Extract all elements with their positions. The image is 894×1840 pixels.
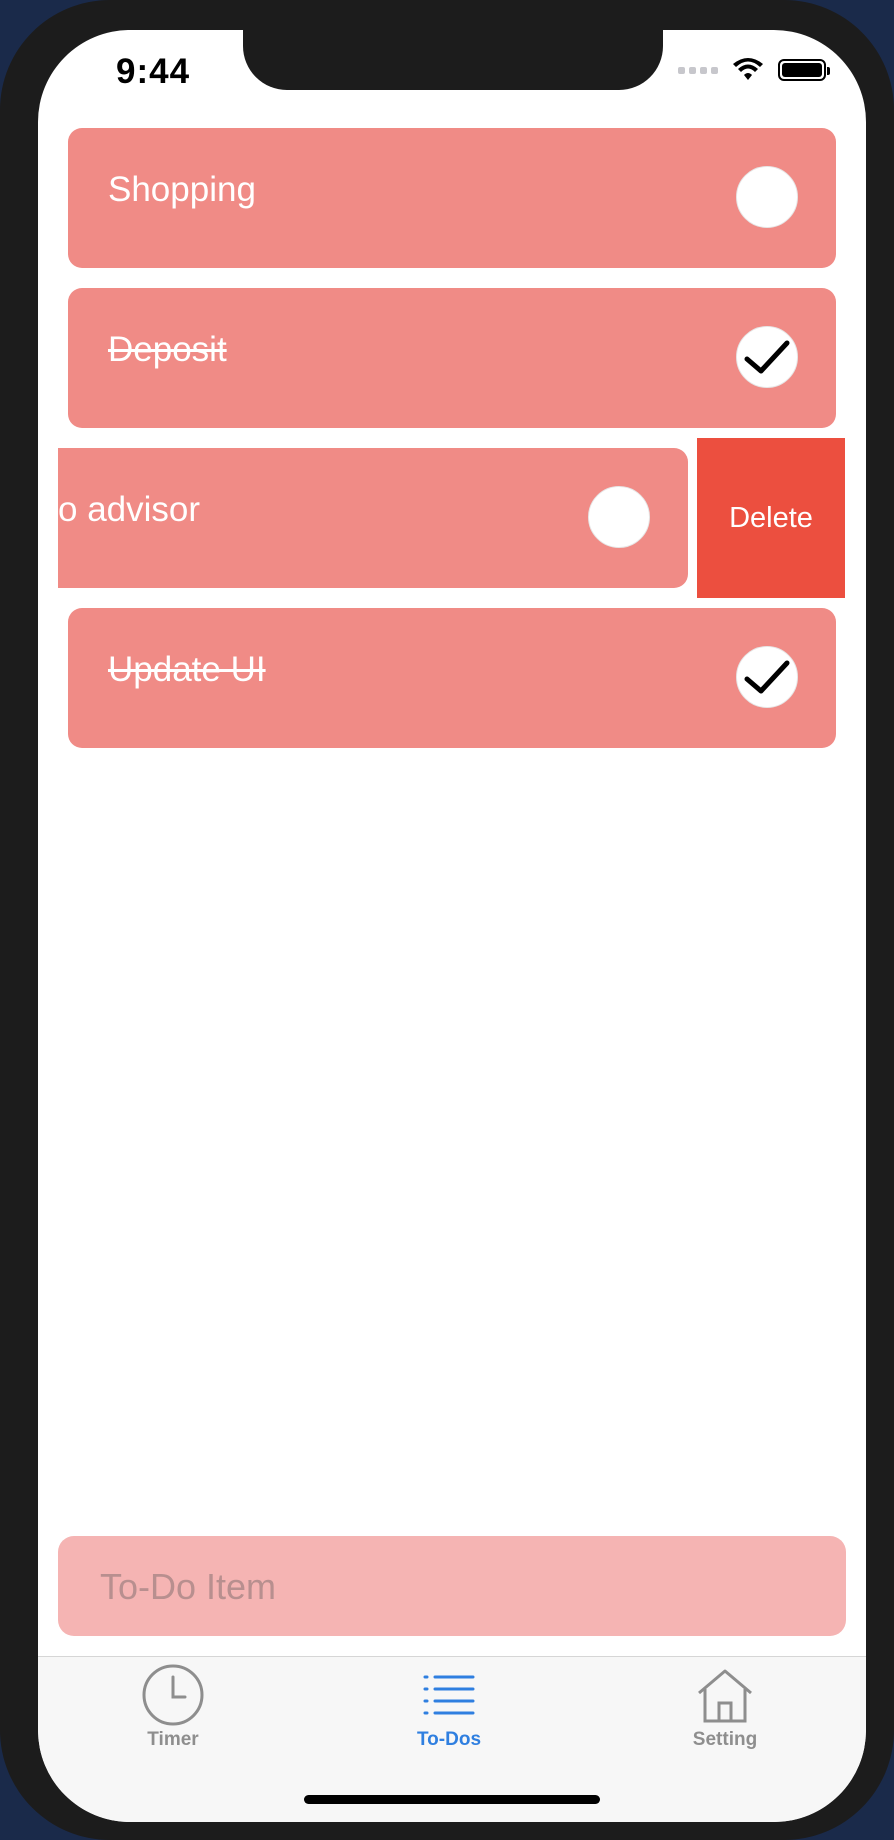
todo-item-deposit[interactable]: Deposit — [68, 288, 836, 428]
new-todo-bar — [58, 1536, 846, 1638]
cellular-signal-icon — [678, 66, 718, 74]
todo-check-toggle[interactable] — [736, 646, 798, 708]
battery-icon — [778, 59, 830, 81]
todo-label: Shopping — [108, 170, 256, 209]
wifi-icon — [733, 58, 763, 80]
tab-label: To-Dos — [416, 1729, 482, 1750]
status-icons — [678, 58, 830, 82]
device-notch — [243, 30, 663, 90]
home-indicator[interactable] — [304, 1795, 600, 1804]
todo-check-toggle[interactable] — [736, 326, 798, 388]
todo-label: o advisor — [58, 490, 201, 529]
todo-label: Update UI — [108, 650, 266, 689]
house-icon — [698, 1669, 752, 1723]
delete-button[interactable]: Delete — [697, 438, 845, 598]
tab-timer[interactable]: Timer — [83, 1657, 263, 1767]
todo-item-shopping[interactable]: Shopping — [68, 128, 836, 268]
todo-check-toggle[interactable] — [736, 166, 798, 228]
tab-setting[interactable]: Setting — [635, 1657, 815, 1767]
todo-item-update-ui[interactable]: Update UI — [68, 608, 836, 748]
tab-label: Timer — [147, 1729, 199, 1750]
app-screen: 9:44 Shopping Deposit o advisor Delete U… — [38, 30, 866, 1822]
clock-icon — [142, 1664, 204, 1726]
status-time: 9:44 — [116, 52, 191, 91]
list-icon — [423, 1675, 475, 1715]
todo-input[interactable] — [98, 1536, 802, 1638]
todo-item-swiped[interactable]: o advisor — [58, 448, 688, 588]
todo-check-toggle[interactable] — [588, 486, 650, 548]
checkmark-icon — [744, 340, 790, 374]
todo-label: Deposit — [108, 330, 227, 369]
tab-label: Setting — [692, 1729, 758, 1750]
device-bezel: 9:44 Shopping Deposit o advisor Delete U… — [0, 0, 894, 1840]
checkmark-icon — [744, 660, 790, 694]
tab-todos[interactable]: To-Dos — [359, 1657, 539, 1767]
